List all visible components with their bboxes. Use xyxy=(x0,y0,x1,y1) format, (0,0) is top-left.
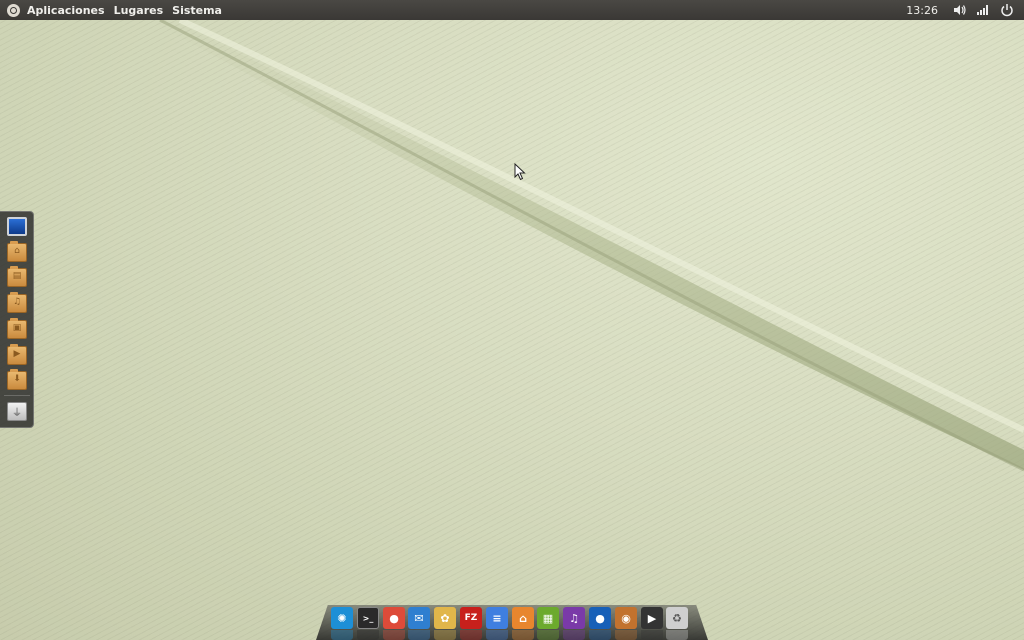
pictures-folder-glyph: ▣ xyxy=(12,323,22,333)
left-dock-separator xyxy=(4,395,30,396)
power-icon[interactable] xyxy=(1000,3,1014,17)
ubuntu-menu-icon[interactable]: ✺ xyxy=(331,607,353,629)
usb-drive-glyph: ⏚ xyxy=(12,408,22,419)
photos-icon[interactable]: ✿ xyxy=(434,607,456,629)
computer-icon[interactable] xyxy=(7,217,27,236)
media-player-icon[interactable]: ● xyxy=(589,607,611,629)
video-clapper-icon[interactable]: ▶ xyxy=(641,607,663,629)
pictures-folder-icon[interactable]: ▣ xyxy=(7,318,27,339)
menu-sistema[interactable]: Sistema xyxy=(172,4,222,17)
terminal-reflection xyxy=(357,630,379,640)
spreadsheet-reflection xyxy=(537,630,559,640)
downloads-folder-glyph: ⬇ xyxy=(13,374,21,384)
headphones-icon[interactable]: ♫ xyxy=(563,607,585,629)
media-player-reflection xyxy=(589,630,611,640)
menu-aplicaciones[interactable]: Aplicaciones xyxy=(27,4,105,17)
mail-reflection xyxy=(408,630,430,640)
usb-drive-icon[interactable]: ⏚ xyxy=(7,402,27,421)
spreadsheet-icon[interactable]: ▦ xyxy=(537,607,559,629)
speaker-icon[interactable]: ◉ xyxy=(615,607,637,629)
clock[interactable]: 13:26 xyxy=(906,4,938,17)
documents-folder-icon[interactable]: ▤ xyxy=(7,266,27,287)
photos-reflection xyxy=(434,630,456,640)
chrome-reflection xyxy=(383,630,405,640)
music-folder-glyph: ♫ xyxy=(12,297,22,307)
video-clapper-reflection xyxy=(641,630,663,640)
terminal-icon[interactable]: >_ xyxy=(357,607,379,629)
mail-icon[interactable]: ✉ xyxy=(408,607,430,629)
volume-icon[interactable] xyxy=(952,3,966,17)
downloads-folder-icon[interactable]: ⬇ xyxy=(7,369,27,390)
home-icon[interactable]: ⌂ xyxy=(512,607,534,629)
mouse-pointer-icon xyxy=(514,163,526,181)
home-folder-icon[interactable]: ⌂ xyxy=(7,241,27,262)
home-folder-glyph: ⌂ xyxy=(14,246,20,256)
speaker-reflection xyxy=(615,630,637,640)
text-document-reflection xyxy=(486,630,508,640)
home-reflection xyxy=(512,630,534,640)
trash-reflection xyxy=(666,630,688,640)
filezilla-reflection xyxy=(460,630,482,640)
top-panel: Aplicaciones Lugares Sistema 13:26 xyxy=(0,0,1024,20)
documents-folder-glyph: ▤ xyxy=(12,271,22,281)
trash-icon[interactable]: ♻ xyxy=(666,607,688,629)
ubuntu-logo-icon[interactable] xyxy=(7,3,20,17)
network-signal-icon[interactable] xyxy=(976,3,990,17)
system-tray: 13:26 xyxy=(906,0,1024,20)
music-folder-icon[interactable]: ♫ xyxy=(7,292,27,313)
videos-folder-glyph: ▶ xyxy=(13,349,21,359)
videos-folder-icon[interactable]: ▶ xyxy=(7,344,27,365)
text-document-icon[interactable]: ≡ xyxy=(486,607,508,629)
wallpaper-concrete-ridge xyxy=(150,17,1024,472)
chrome-icon[interactable]: ● xyxy=(383,607,405,629)
ubuntu-menu-reflection xyxy=(331,630,353,640)
menu-lugares[interactable]: Lugares xyxy=(114,4,164,17)
filezilla-icon[interactable]: FZ xyxy=(460,607,482,629)
headphones-reflection xyxy=(563,630,585,640)
